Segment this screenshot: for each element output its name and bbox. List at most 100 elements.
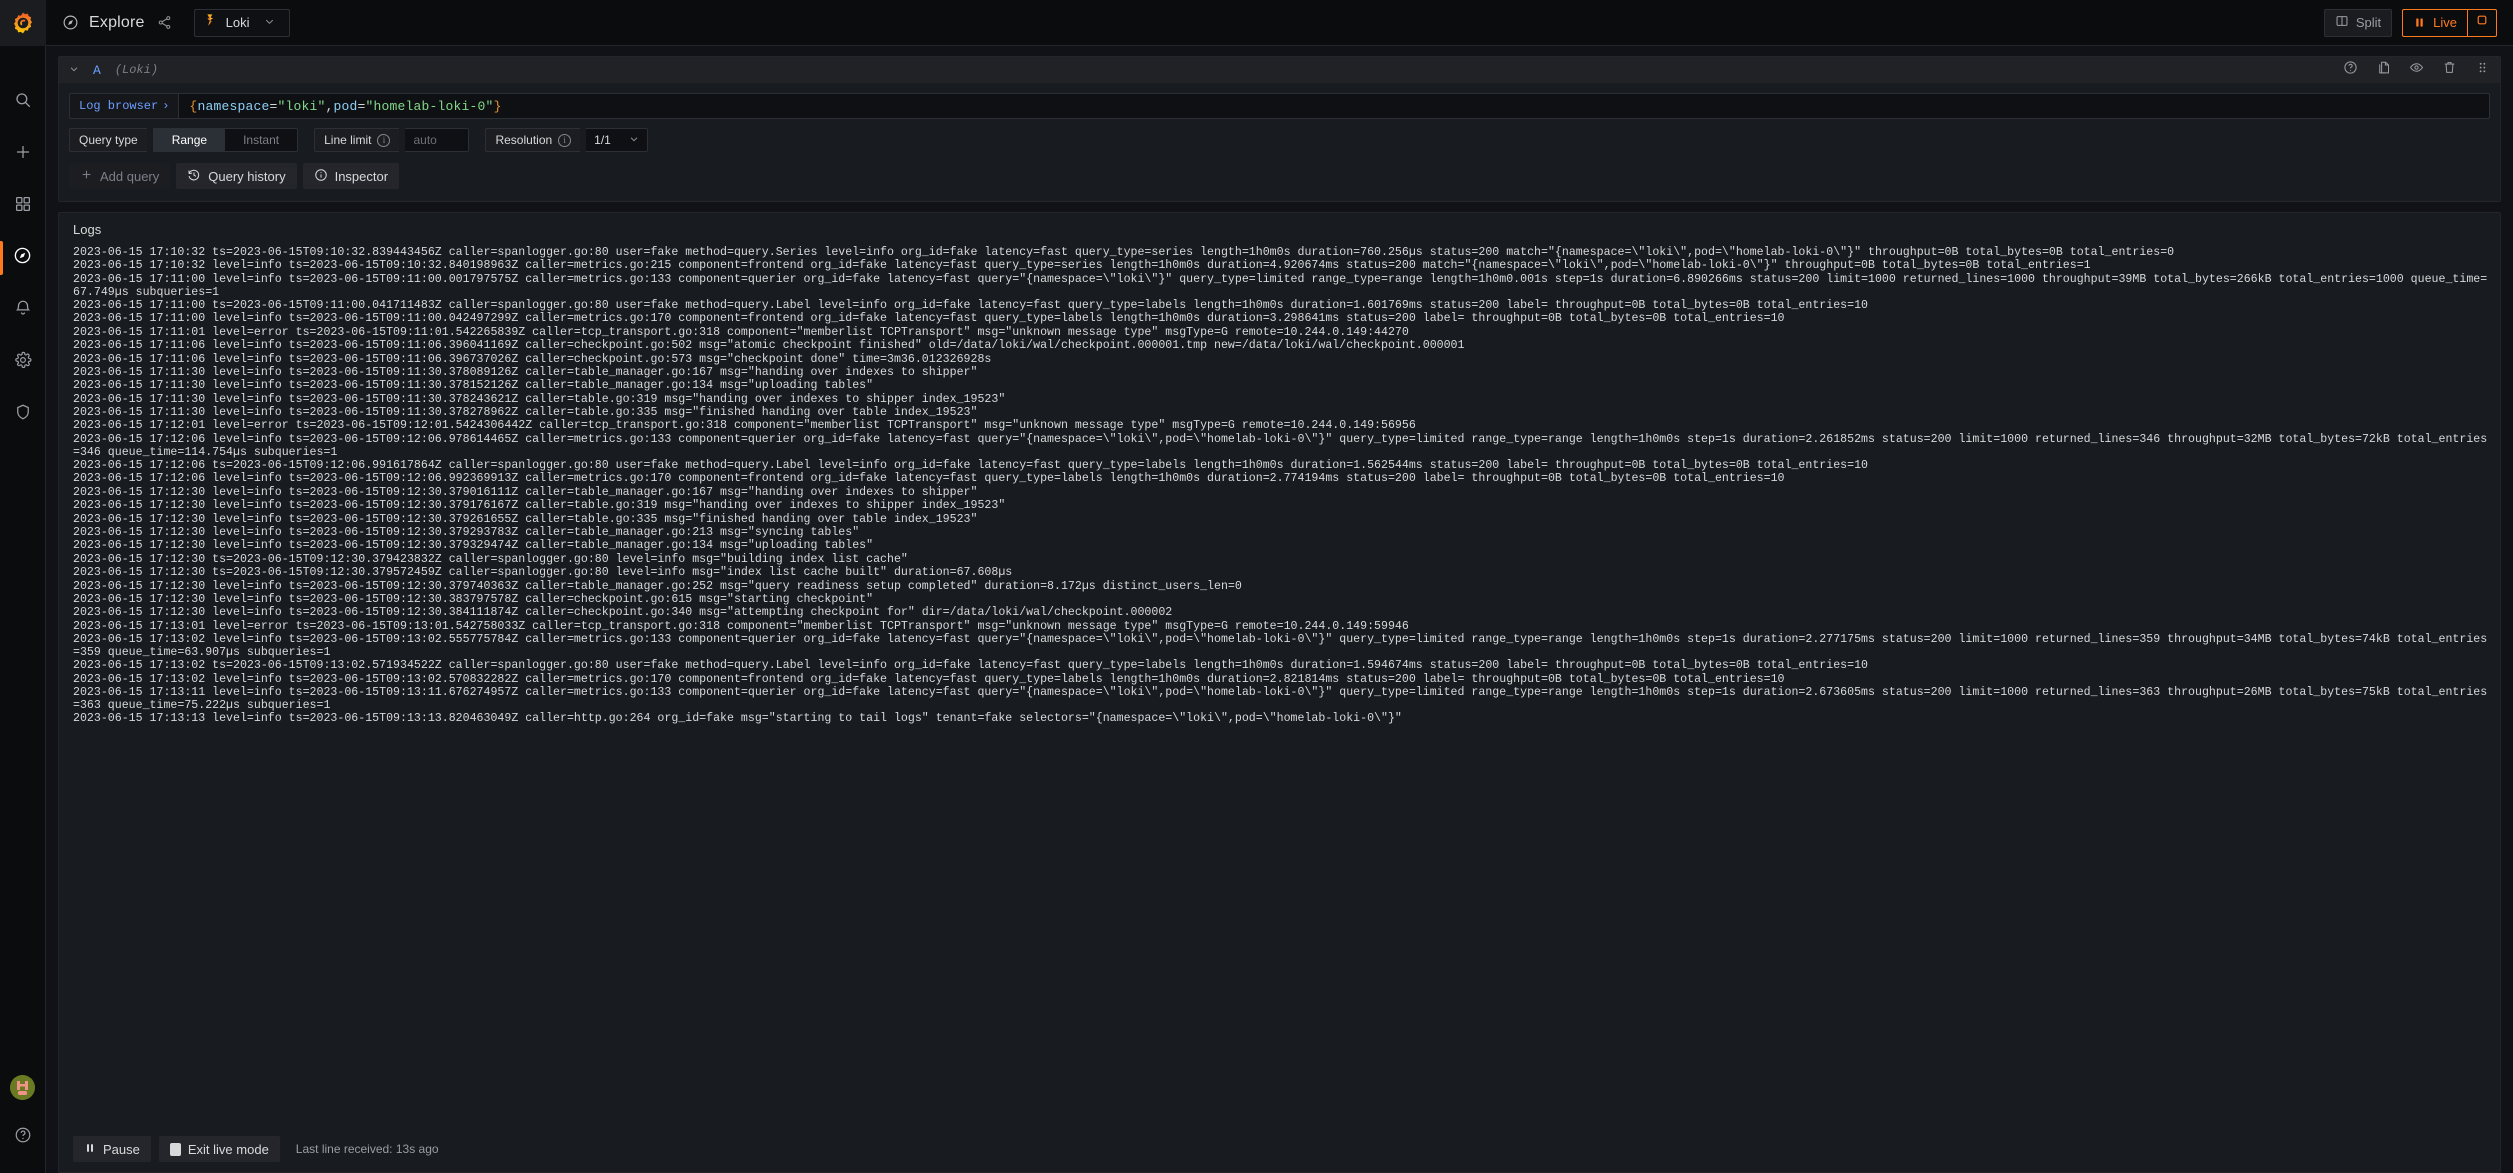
query-history-button[interactable]: Query history xyxy=(176,163,297,189)
loki-icon xyxy=(203,12,218,33)
sidebar-nav xyxy=(0,76,45,440)
split-button-label: Split xyxy=(2355,15,2382,30)
split-panes-icon xyxy=(2335,14,2349,31)
query-type-radio-group: Range Instant xyxy=(152,128,299,152)
chevron-down-icon[interactable] xyxy=(69,64,79,76)
resolution-select[interactable]: 1/1 xyxy=(586,128,649,152)
copy-icon[interactable] xyxy=(2376,60,2391,80)
add-query-button[interactable]: Add query xyxy=(69,163,171,189)
log-line[interactable]: 2023-06-15 17:12:30 level=info ts=2023-0… xyxy=(59,486,2500,500)
grafana-logo[interactable] xyxy=(0,0,46,46)
last-line-received-status: Last line received: 13s ago xyxy=(295,1142,439,1156)
help-circle-icon[interactable] xyxy=(2343,60,2358,80)
sidebar-bottom xyxy=(0,1063,46,1173)
log-line[interactable]: 2023-06-15 17:11:30 level=info ts=2023-0… xyxy=(59,406,2500,420)
inspector-button[interactable]: Inspector xyxy=(302,163,400,189)
log-line[interactable]: 2023-06-15 17:12:06 ts=2023-06-15T09:12:… xyxy=(59,459,2500,473)
log-line[interactable]: 2023-06-15 17:12:01 level=error ts=2023-… xyxy=(59,420,2500,433)
log-line[interactable]: 2023-06-15 17:13:11 level=info ts=2023-0… xyxy=(59,686,2500,713)
log-line[interactable]: 2023-06-15 17:12:06 level=info ts=2023-0… xyxy=(59,473,2500,486)
log-line[interactable]: 2023-06-15 17:10:32 ts=2023-06-15T09:10:… xyxy=(59,246,2500,260)
log-line[interactable]: 2023-06-15 17:10:32 level=info ts=2023-0… xyxy=(59,260,2500,273)
log-line[interactable]: 2023-06-15 17:11:30 level=info ts=2023-0… xyxy=(59,366,2500,380)
log-line[interactable]: 2023-06-15 17:11:06 level=info ts=2023-0… xyxy=(59,353,2500,367)
log-line[interactable]: 2023-06-15 17:11:00 ts=2023-06-15T09:11:… xyxy=(59,299,2500,313)
log-line[interactable]: 2023-06-15 17:12:30 level=info ts=2023-0… xyxy=(59,513,2500,527)
log-line[interactable]: 2023-06-15 17:13:02 level=info ts=2023-0… xyxy=(59,633,2500,660)
pause-button[interactable]: Pause xyxy=(73,1136,151,1162)
expr-value-2: "homelab-loki-0" xyxy=(365,98,494,114)
sidebar-item-dashboards[interactable] xyxy=(0,180,46,232)
log-line[interactable]: 2023-06-15 17:11:06 level=info ts=2023-0… xyxy=(59,339,2500,353)
query-type-range-option[interactable]: Range xyxy=(153,129,226,151)
logs-list[interactable]: 2023-06-15 17:10:32 ts=2023-06-15T09:10:… xyxy=(59,243,2500,1129)
stop-square-icon xyxy=(2475,13,2489,32)
log-line[interactable]: 2023-06-15 17:11:01 level=error ts=2023-… xyxy=(59,326,2500,340)
log-line[interactable]: 2023-06-15 17:13:13 level=info ts=2023-0… xyxy=(59,712,2500,726)
sidebar-item-configuration[interactable] xyxy=(0,336,46,388)
sidebar-item-alerting[interactable] xyxy=(0,284,46,336)
shield-icon xyxy=(14,403,32,426)
trash-icon[interactable] xyxy=(2442,60,2457,80)
sidebar-item-search[interactable] xyxy=(0,76,46,128)
share-icon[interactable] xyxy=(157,15,172,30)
log-line[interactable]: 2023-06-15 17:12:30 level=info ts=2023-0… xyxy=(59,499,2500,513)
exit-live-mode-label: Exit live mode xyxy=(187,1141,269,1157)
chevron-down-icon xyxy=(629,134,639,147)
query-expression-input[interactable]: {namespace = "loki", pod = "homelab-loki-0"} xyxy=(179,93,2490,119)
line-limit-label: Line limit i xyxy=(314,128,400,152)
stop-square-icon xyxy=(169,1142,181,1156)
drag-handle-icon[interactable] xyxy=(2475,60,2490,80)
log-browser-label: Log browser xyxy=(79,99,159,113)
main-sidebar xyxy=(0,0,46,1173)
live-button[interactable]: Live xyxy=(2402,8,2467,37)
query-row-header: A (Loki) xyxy=(59,57,2500,83)
logs-panel-title: Logs xyxy=(73,222,102,237)
compass-icon xyxy=(13,246,32,270)
expr-close-brace: } xyxy=(493,98,502,114)
info-circle-icon[interactable]: i xyxy=(377,133,391,147)
log-line[interactable]: 2023-06-15 17:11:30 level=info ts=2023-0… xyxy=(59,380,2500,393)
log-line[interactable]: 2023-06-15 17:11:00 level=info ts=2023-0… xyxy=(59,273,2500,300)
query-type-label-text: Query type xyxy=(79,133,138,147)
sidebar-item-server-admin[interactable] xyxy=(0,388,46,440)
log-line[interactable]: 2023-06-15 17:12:30 ts=2023-06-15T09:12:… xyxy=(59,553,2500,567)
pause-icon xyxy=(2413,16,2426,29)
expr-value-1: "loki" xyxy=(277,98,326,114)
query-editor-card: A (Loki) Log browser › {namespace = "lo… xyxy=(58,56,2501,202)
chevron-right-icon: › xyxy=(162,99,170,113)
stop-live-button[interactable] xyxy=(2467,8,2497,37)
exit-live-mode-button[interactable]: Exit live mode xyxy=(158,1136,280,1162)
log-line[interactable]: 2023-06-15 17:12:30 level=info ts=2023-0… xyxy=(59,540,2500,553)
datasource-picker[interactable]: Loki xyxy=(193,8,290,37)
sidebar-item-explore[interactable] xyxy=(0,232,46,284)
expr-comma: , xyxy=(325,98,334,114)
log-line[interactable]: 2023-06-15 17:11:30 level=info ts=2023-0… xyxy=(59,393,2500,407)
query-type-instant-option[interactable]: Instant xyxy=(225,129,298,151)
log-line[interactable]: 2023-06-15 17:12:30 level=info ts=2023-0… xyxy=(59,607,2500,620)
log-browser-button[interactable]: Log browser › xyxy=(69,93,180,119)
split-button[interactable]: Split xyxy=(2323,8,2393,37)
log-line[interactable]: 2023-06-15 17:12:30 level=info ts=2023-0… xyxy=(59,593,2500,607)
query-row-actions xyxy=(2343,60,2490,80)
user-profile[interactable] xyxy=(0,1063,46,1111)
log-line[interactable]: 2023-06-15 17:13:01 level=error ts=2023-… xyxy=(59,620,2500,634)
query-row-datasource: (Loki) xyxy=(114,63,159,77)
plus-icon xyxy=(14,143,32,166)
log-line[interactable]: 2023-06-15 17:12:30 ts=2023-06-15T09:12:… xyxy=(59,566,2500,580)
info-circle-icon[interactable]: i xyxy=(558,133,572,147)
log-line[interactable]: 2023-06-15 17:12:06 level=info ts=2023-0… xyxy=(59,433,2500,460)
log-line[interactable]: 2023-06-15 17:11:00 level=info ts=2023-0… xyxy=(59,313,2500,326)
resolution-label: Resolution i xyxy=(485,128,581,152)
log-line[interactable]: 2023-06-15 17:13:02 level=info ts=2023-0… xyxy=(59,673,2500,687)
query-editor-body: Log browser › {namespace = "loki", pod = "hom… xyxy=(59,83,2500,201)
expr-label-1: namespace xyxy=(197,98,270,114)
log-line[interactable]: 2023-06-15 17:13:02 ts=2023-06-15T09:13:… xyxy=(59,660,2500,673)
line-limit-input[interactable]: auto xyxy=(405,128,470,152)
log-line[interactable]: 2023-06-15 17:12:30 level=info ts=2023-0… xyxy=(59,526,2500,540)
sidebar-item-create[interactable] xyxy=(0,128,46,180)
chevron-down-icon xyxy=(264,16,275,30)
eye-icon[interactable] xyxy=(2409,60,2424,80)
log-line[interactable]: 2023-06-15 17:12:30 level=info ts=2023-0… xyxy=(59,580,2500,594)
help-icon[interactable] xyxy=(0,1111,46,1159)
